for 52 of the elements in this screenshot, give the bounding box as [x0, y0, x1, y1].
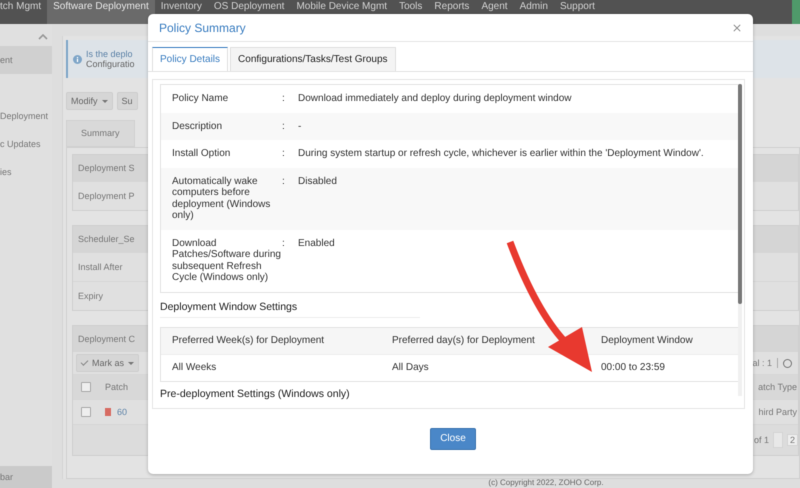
column-header: Preferred day(s) for Deployment [392, 335, 536, 346]
caret-icon [102, 100, 108, 102]
table-cell: hird Party [758, 407, 798, 417]
colon-separator: : [282, 93, 286, 104]
section-heading: Deployment Window Settings [160, 292, 420, 318]
field-value: Download immediately and deploy during deployment window [298, 93, 572, 104]
field-label: Description [172, 120, 224, 132]
close-icon[interactable] [733, 24, 741, 32]
table-cell-text: All Days [392, 362, 430, 373]
modify-dropdown[interactable]: Modify [66, 92, 113, 110]
toolbar-button[interactable]: Su [116, 92, 138, 110]
close-button[interactable]: Close [430, 428, 476, 450]
info-title: Is the deplo [86, 49, 134, 59]
colon-separator: : [282, 120, 286, 132]
page-count: of 1 [754, 435, 769, 445]
sidebar-footer[interactable]: bar [0, 466, 52, 488]
section-heading: Pre-deployment Settings (Windows only) [160, 386, 351, 402]
mark-as-button[interactable]: Mark as [76, 354, 140, 372]
checkmark-icon [80, 358, 88, 366]
page-field[interactable]: 2 [786, 434, 798, 446]
caret-icon [128, 362, 134, 364]
dialog-tab[interactable]: Configurations/Tasks/Test Groups [230, 47, 396, 71]
chevron-up-icon[interactable] [38, 34, 48, 40]
column-header: Deployment Window [601, 335, 694, 346]
total-count: al : 1 [752, 358, 772, 368]
info-text: Configuratio [86, 59, 135, 69]
field-value: - [298, 120, 302, 132]
dialog-title: Policy Summary [159, 20, 246, 34]
column-header: Preferred Week(s) for Deployment [172, 335, 326, 346]
scrollbar[interactable] [738, 84, 742, 396]
select-all-checkbox[interactable] [81, 382, 91, 392]
field-label: Policy Name [172, 93, 230, 104]
sidebar-item[interactable]: Deployment [0, 102, 52, 130]
nav-tab[interactable]: tch Mgmt [0, 0, 48, 24]
nav-tab[interactable]: Software Deployment [47, 0, 155, 24]
table-cell-text: 00:00 to 23:59 [601, 362, 666, 373]
info-icon [73, 54, 82, 64]
sidebar-item[interactable]: ies [0, 158, 52, 186]
table-cell-text: All Weeks [172, 362, 218, 373]
warning-icon [105, 408, 111, 416]
colon-separator: : [282, 238, 286, 250]
patch-id-link[interactable]: 60 [117, 407, 128, 417]
sidebar-item[interactable]: ent [0, 46, 52, 74]
summary-tab[interactable]: Summary [66, 120, 135, 147]
column-header: atch Type [758, 382, 798, 392]
row-checkbox[interactable] [81, 407, 91, 417]
column-header: Patch [105, 382, 128, 392]
search-icon[interactable] [783, 358, 792, 368]
dialog-tab[interactable]: Policy Details [152, 47, 228, 71]
sidebar-item[interactable]: c Updates [0, 130, 52, 158]
copyright-text: (c) Copyright 2022, ZOHO Corp. [487, 478, 605, 488]
field-value: Enabled [298, 238, 336, 250]
